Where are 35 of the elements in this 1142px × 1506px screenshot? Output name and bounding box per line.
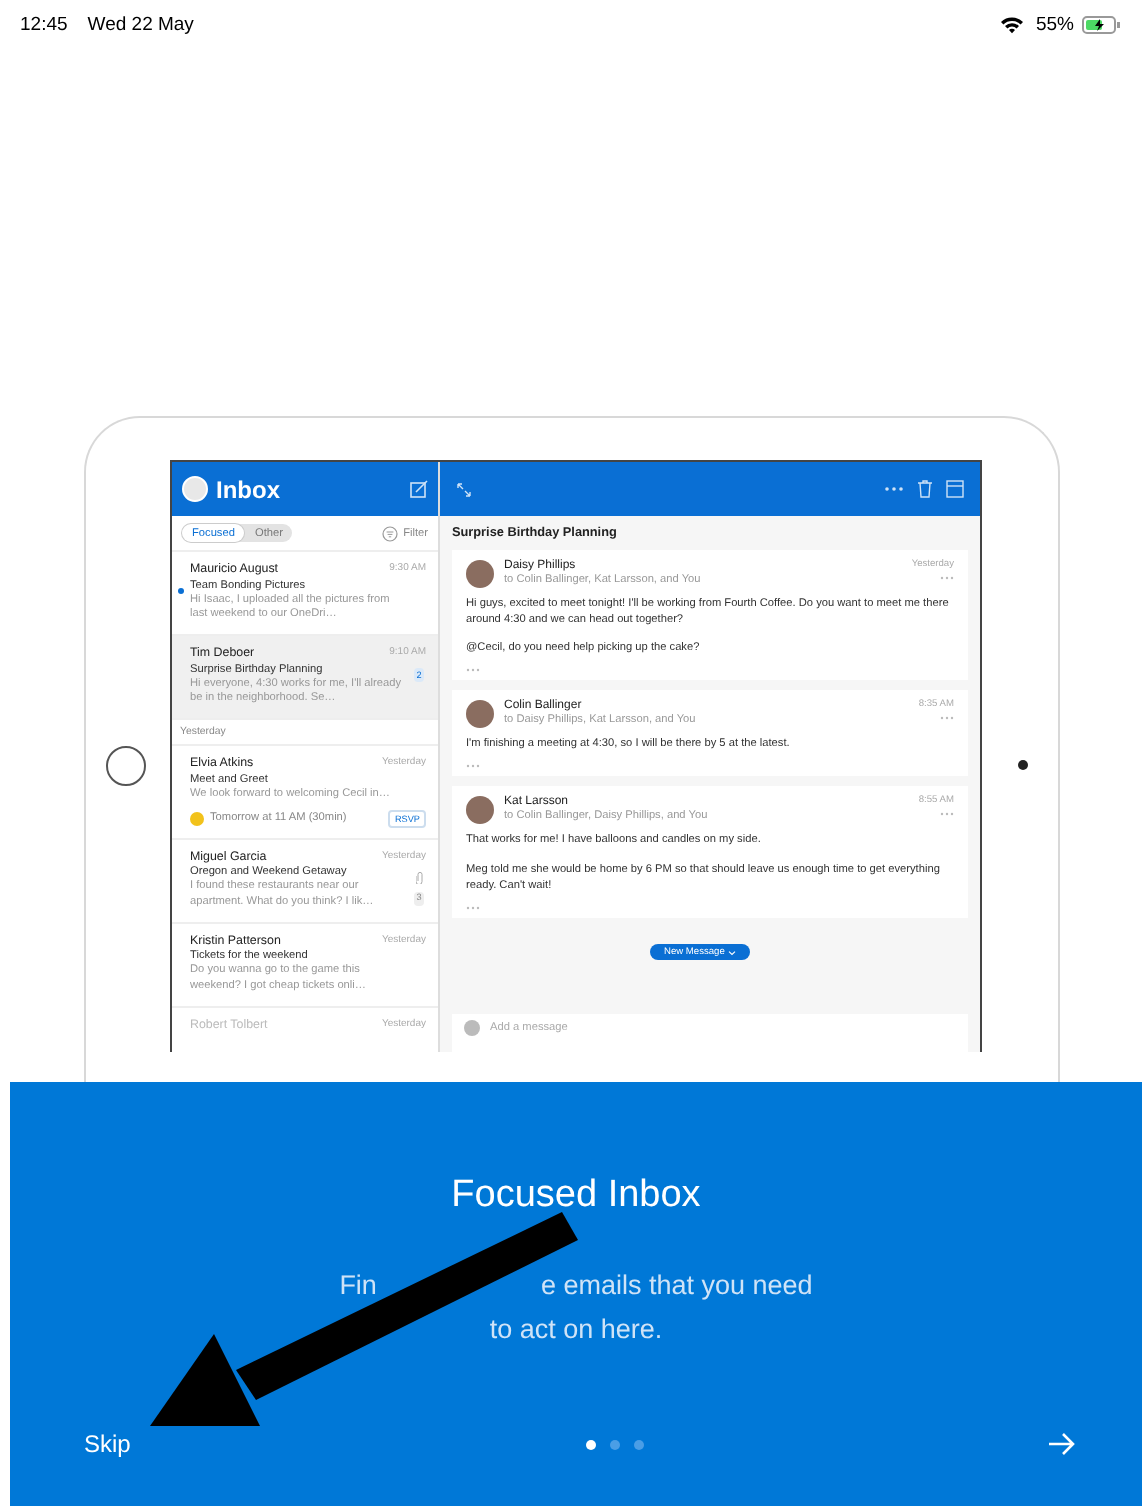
onboarding-title: Focused Inbox: [451, 1174, 701, 1218]
expand-icon[interactable]: [456, 481, 472, 497]
avatar-icon: [466, 560, 494, 588]
page-dot[interactable]: [609, 1439, 620, 1449]
avatar-icon: [182, 476, 208, 502]
onboarding-text: e emails that you need: [540, 1270, 813, 1300]
avatar-icon: [466, 796, 494, 825]
home-button-icon: [106, 746, 146, 786]
more-icon[interactable]: [940, 812, 954, 817]
chevron-down-icon: [728, 949, 737, 955]
status-date: Wed 22 May: [87, 14, 194, 36]
archive-icon[interactable]: [946, 480, 964, 498]
status-time: 12:45: [20, 14, 68, 36]
onboarding-text: Fin: [339, 1270, 377, 1300]
avatar-icon: [464, 1020, 480, 1036]
inbox-title: Inbox: [216, 475, 280, 503]
camera-dot-icon: [1018, 760, 1028, 770]
more-icon[interactable]: [884, 486, 904, 492]
onboarding-text: to act on here.: [489, 1314, 663, 1344]
more-icon[interactable]: [940, 716, 954, 721]
battery-percent: 55%: [1035, 14, 1074, 36]
more-icon[interactable]: [466, 905, 480, 910]
more-icon[interactable]: [466, 668, 480, 673]
battery-charging-icon: [1082, 16, 1122, 34]
calendar-event-icon: [190, 811, 204, 826]
skip-button[interactable]: Skip: [84, 1430, 131, 1458]
wifi-icon: [999, 16, 1024, 34]
page-dot[interactable]: [633, 1439, 644, 1449]
page-dot[interactable]: [585, 1439, 596, 1449]
avatar-icon: [466, 700, 494, 729]
next-arrow-icon[interactable]: [1048, 1432, 1076, 1456]
more-icon[interactable]: [466, 764, 480, 769]
compose-icon[interactable]: [410, 480, 428, 498]
filter-icon[interactable]: [381, 525, 398, 541]
trash-icon[interactable]: [918, 480, 932, 498]
